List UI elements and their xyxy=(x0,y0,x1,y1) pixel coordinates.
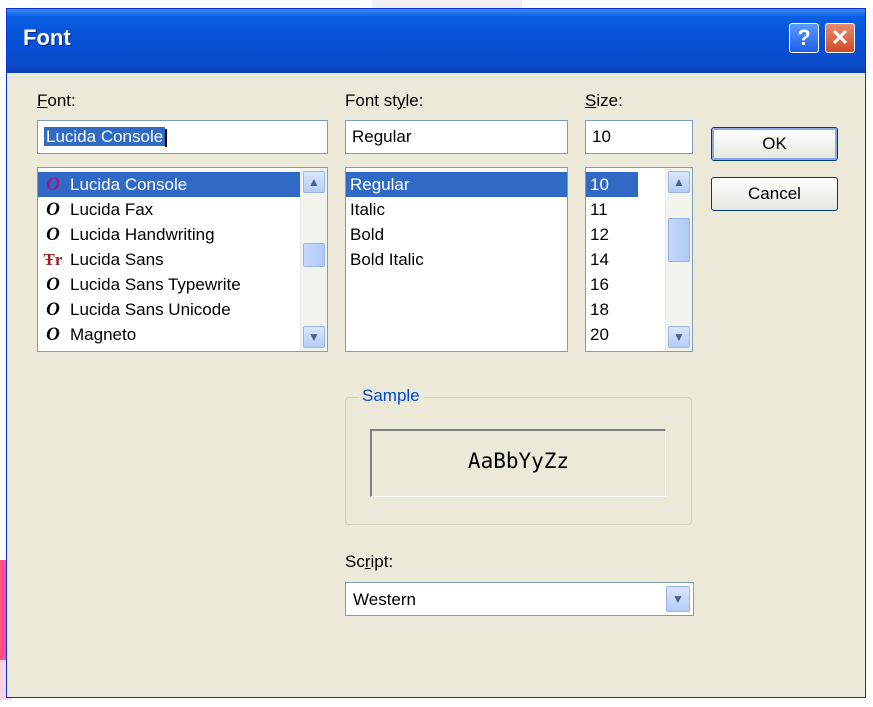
scroll-down-button[interactable]: ▼ xyxy=(303,326,325,348)
close-button[interactable]: ✕ xyxy=(825,23,855,53)
chevron-up-icon: ▲ xyxy=(673,175,685,189)
style-list-item[interactable]: Italic xyxy=(346,197,567,222)
font-list-item[interactable]: Ŧr Lucida Sans xyxy=(38,247,327,272)
scroll-thumb[interactable] xyxy=(668,218,690,262)
style-list-item[interactable]: Bold Italic xyxy=(346,247,567,272)
size-list-item[interactable]: 10 xyxy=(586,172,638,197)
font-list[interactable]: O Lucida Console O Lucida Fax O Lucida Hand… xyxy=(37,167,328,352)
size-list[interactable]: 10 11 12 14 16 18 20 ▲ ▼ xyxy=(585,167,693,352)
font-name-input[interactable]: Lucida Console xyxy=(37,120,328,154)
opentype-font-icon: O xyxy=(46,324,60,345)
close-icon: ✕ xyxy=(830,25,850,50)
help-icon: ? xyxy=(797,25,811,50)
scroll-thumb[interactable] xyxy=(303,243,325,267)
style-list-item[interactable]: Regular xyxy=(346,172,567,197)
size-list-scrollbar[interactable]: ▲ ▼ xyxy=(665,168,692,351)
opentype-font-icon: O xyxy=(46,199,60,220)
chevron-down-icon: ▼ xyxy=(672,592,684,606)
size-input[interactable]: 10 xyxy=(585,120,693,154)
font-dialog: Font ? ✕ Font: Lucida Console O Lucida Co… xyxy=(6,8,866,698)
script-value: Western xyxy=(353,590,416,609)
font-list-item[interactable]: O Lucida Fax xyxy=(38,197,327,222)
font-list-item[interactable]: O Lucida Sans Unicode xyxy=(38,297,327,322)
opentype-font-icon: O xyxy=(46,224,60,245)
scroll-down-button[interactable]: ▼ xyxy=(668,326,690,348)
font-style-list[interactable]: Regular Italic Bold Bold Italic xyxy=(345,167,568,352)
sample-label: Sample xyxy=(359,386,423,406)
font-list-scrollbar[interactable]: ▲ ▼ xyxy=(300,168,327,351)
font-style-input[interactable]: Regular xyxy=(345,120,568,154)
font-name-value: Lucida Console xyxy=(44,127,166,146)
font-style-label: Font style: xyxy=(345,91,424,110)
font-style-value: Regular xyxy=(352,127,412,146)
truetype-font-icon: Ŧr xyxy=(43,250,63,269)
script-label: Script: xyxy=(345,552,394,571)
ok-button[interactable]: OK xyxy=(711,127,838,161)
title-bar[interactable]: Font ? ✕ xyxy=(7,9,865,73)
size-value: 10 xyxy=(592,127,611,146)
help-button[interactable]: ? xyxy=(789,23,819,53)
chevron-down-icon: ▼ xyxy=(673,330,685,344)
sample-preview: AaBbYyZz xyxy=(370,429,666,497)
opentype-font-icon: O xyxy=(46,299,60,320)
font-label: Font: xyxy=(37,91,76,110)
script-dropdown[interactable]: Western ▼ xyxy=(345,582,694,616)
text-caret xyxy=(165,128,168,147)
font-list-item[interactable]: O Lucida Sans Typewrite xyxy=(38,272,327,297)
style-list-item[interactable]: Bold xyxy=(346,222,567,247)
scroll-up-button[interactable]: ▲ xyxy=(668,171,690,193)
font-list-item[interactable]: O Magneto xyxy=(38,322,327,347)
font-list-item[interactable]: O Lucida Handwriting xyxy=(38,222,327,247)
chevron-down-icon: ▼ xyxy=(308,330,320,344)
cancel-button[interactable]: Cancel xyxy=(711,177,838,211)
font-list-item[interactable]: O Lucida Console xyxy=(38,172,327,197)
opentype-font-icon: O xyxy=(46,274,60,295)
size-label: Size: xyxy=(585,91,623,110)
chevron-up-icon: ▲ xyxy=(308,175,320,189)
scroll-up-button[interactable]: ▲ xyxy=(303,171,325,193)
dialog-title: Font xyxy=(23,25,71,50)
opentype-font-icon: O xyxy=(46,174,60,195)
dropdown-button[interactable]: ▼ xyxy=(666,586,690,612)
